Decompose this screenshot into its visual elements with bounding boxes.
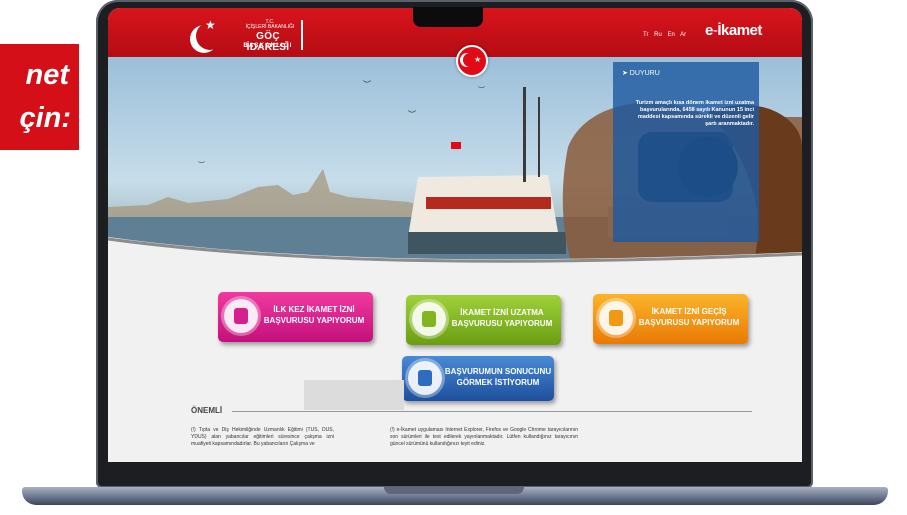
logo-sub: BAŞKANLIĞI [243,43,293,49]
important-title: ÖNEMLİ [191,406,223,415]
announcement-text: Turizm amaçlı kısa dönem ikamet izni uza… [635,100,754,127]
person-icon [224,299,258,333]
first-application-label: İLK KEZ İKAMET İZNİ BAŞVURUSU YAPIYORUM [263,305,365,325]
lang-ar[interactable]: Ar [680,32,686,38]
transfer-application-label: İKAMET İZNİ GEÇİŞ BAŞVURUSU YAPIYORUM [638,307,740,327]
svg-text:︶: ︶ [478,85,485,94]
svg-text:︶: ︶ [198,160,205,169]
eikamet-rest: İkamet [717,22,762,39]
laptop-base-groove [384,487,524,494]
extension-application-label: İKAMET İZNİ UZATMA BAŞVURUSU YAPIYORUM [451,308,553,328]
transfer-application-button[interactable]: İKAMET İZNİ GEÇİŞ BAŞVURUSU YAPIYORUM [593,294,748,344]
turkish-flag-icon: ★ [456,45,488,77]
promo-line-1: net [25,59,70,91]
logo-ministry[interactable]: T.C. İÇİŞLERİ BAKANLIĞI [244,20,296,30]
star-icon: ★ [205,18,216,32]
important-note-1: (!) Tıpta ve Diş Hekimliğinde Uzmanlık E… [191,427,334,447]
search-result-icon [408,361,442,395]
application-result-label: BAŞVURUMUN SONUCUNU GÖRMEK İSTİYORUM [444,367,552,387]
svg-text:︶: ︶ [363,79,371,89]
important-divider [232,411,752,412]
svg-text:︶: ︶ [408,109,416,119]
lang-ru[interactable]: Ru [654,32,662,38]
laptop-screen: ★ T.C. İÇİŞLERİ BAKANLIĞI GÖÇ İDARESİ BA… [108,8,802,462]
important-note-2: (!) e-İkamet uygulaması Internet Explore… [390,427,578,447]
first-application-button[interactable]: İLK KEZ İKAMET İZNİ BAŞVURUSU YAPIYORUM [218,292,373,342]
logo-ministry-label: İÇİŞLERİ BAKANLIĞI [245,24,295,30]
lang-en[interactable]: En [667,32,674,38]
announcement-title: ➤ DUYURU [622,70,660,77]
eikamet-logo[interactable]: e-İkamet [705,22,762,39]
extension-application-button[interactable]: İKAMET İZNİ UZATMA BAŞVURUSU YAPIYORUM [406,295,561,345]
promo-line-2: çin: [19,102,71,134]
hero-banner: ︶ ︶ ︶ ︶ ➤ DUYURU Turizm amaçlı kısa döne… [108,57,802,282]
transfer-icon [599,301,633,335]
logo-divider [301,20,303,50]
eikamet-e: e [705,22,713,39]
announcement-panel: ➤ DUYURU Turizm amaçlı kısa dönem ikamet… [613,62,759,242]
lang-tr[interactable]: Tr [643,32,648,38]
city-silhouette [304,380,404,410]
application-result-button[interactable]: BAŞVURUMUN SONUCUNU GÖRMEK İSTİYORUM [402,356,554,401]
logo-main: GÖÇ İDARESİ [246,31,290,53]
laptop-notch [413,7,483,27]
promo-badge: net çin: [0,44,79,150]
document-person-icon [412,302,446,336]
flag-star: ★ [474,55,482,64]
language-switcher: Tr Ru En Ar [643,32,690,38]
